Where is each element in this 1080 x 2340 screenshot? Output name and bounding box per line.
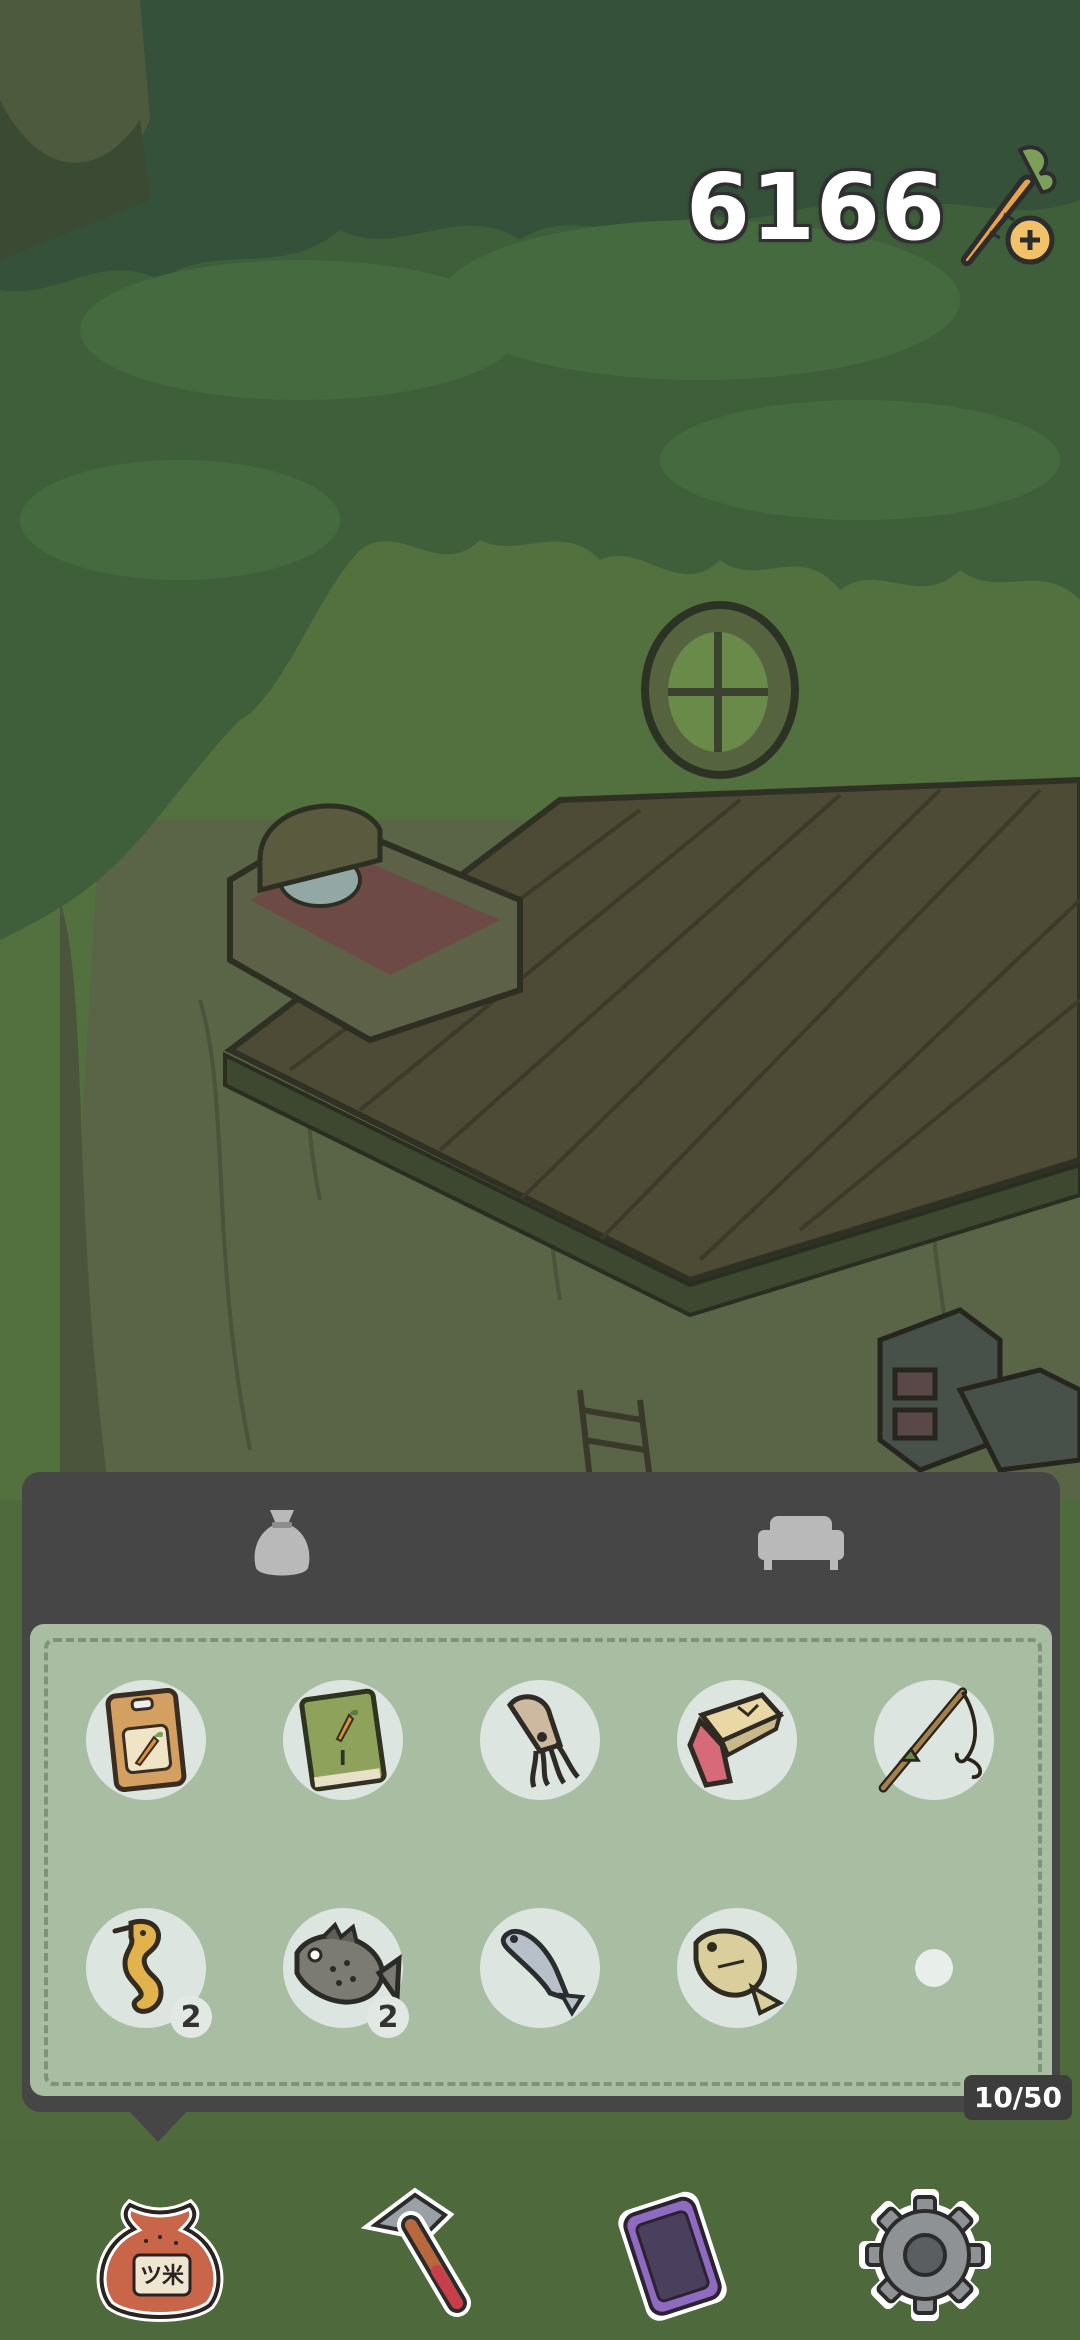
inventory-slot[interactable]: 2 xyxy=(86,1908,212,2038)
inventory-slot[interactable] xyxy=(677,1680,797,1800)
inventory-slot[interactable] xyxy=(86,1680,206,1800)
item-count-badge: 2 xyxy=(170,1996,212,2038)
inventory-grid: I 2 2 10/50 xyxy=(22,1616,1072,2120)
inventory-slot[interactable]: 2 xyxy=(283,1908,409,2038)
squid-icon xyxy=(506,1694,580,1788)
inventory-slot[interactable] xyxy=(480,1908,600,2028)
empty-slot-dot xyxy=(915,1949,953,1987)
game-scene: 6166 I 2 2 10/50 ツ米 xyxy=(0,0,1080,2340)
bag-icon xyxy=(252,1504,312,1584)
sofa-icon xyxy=(756,1512,846,1576)
inventory-slot[interactable] xyxy=(677,1908,797,2028)
inventory-tabs xyxy=(22,1472,1060,1616)
inventory-slot-empty[interactable] xyxy=(874,1908,994,2028)
inventory-panel: I 2 2 10/50 xyxy=(22,1472,1072,2120)
nav-build-button[interactable] xyxy=(345,2185,485,2325)
carrot-currency[interactable]: 6166 xyxy=(686,140,1060,274)
gear-icon xyxy=(859,2189,991,2321)
sardine-icon xyxy=(500,1928,586,2017)
flatfish-icon xyxy=(693,1928,785,2016)
bottom-nav: ツ米 xyxy=(0,2175,1080,2340)
seed-bag-icon: ツ米 xyxy=(96,2198,224,2322)
tab-items[interactable] xyxy=(22,1472,541,1616)
carrot-book-icon: I xyxy=(299,1688,387,1792)
inventory-slot[interactable] xyxy=(874,1680,994,1800)
inventory-capacity: 10/50 xyxy=(963,2075,1072,2120)
inventory-slot[interactable]: I xyxy=(283,1680,403,1800)
seed-bag-label: ツ米 xyxy=(140,2264,185,2289)
hammer-icon xyxy=(360,2187,471,2317)
carrot-plus-icon[interactable] xyxy=(960,140,1060,274)
carrot-count: 6166 xyxy=(685,153,946,261)
fishing-rod-icon xyxy=(878,1687,982,1793)
nav-phone-button[interactable] xyxy=(600,2185,740,2325)
pink-coupon-ticket-icon xyxy=(687,1692,785,1788)
tab-furniture[interactable] xyxy=(541,1472,1060,1616)
panel-pointer xyxy=(128,2110,188,2142)
svg-text:I: I xyxy=(339,1746,346,1770)
inventory-slot[interactable] xyxy=(480,1680,600,1800)
nav-settings-button[interactable] xyxy=(855,2185,995,2325)
phone-icon xyxy=(618,2191,727,2321)
item-count-badge: 2 xyxy=(367,1996,409,2038)
nav-bag-button[interactable]: ツ米 xyxy=(90,2185,230,2325)
carrot-seed-packet-icon xyxy=(105,1687,187,1793)
